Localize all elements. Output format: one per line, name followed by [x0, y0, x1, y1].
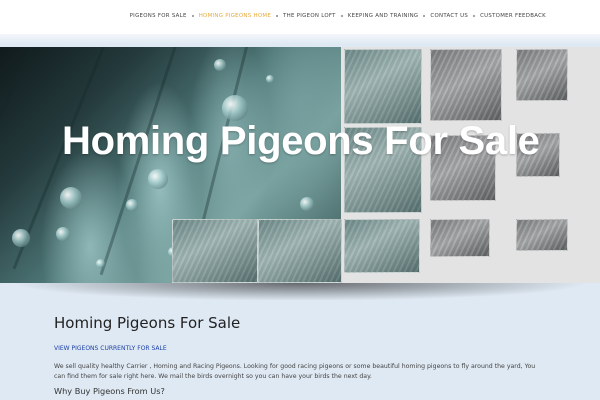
intro-paragraph: We sell quality healthy Carrier , Homing…	[54, 363, 536, 380]
main-content: Homing Pigeons For Sale VIEW PIGEONS CUR…	[54, 314, 554, 396]
main-navigation: PIGEONS FOR SALE HOMING PIGEONS HOME THE…	[130, 13, 546, 19]
nav-item-customer-feedback[interactable]: CUSTOMER FEEDBACK	[480, 13, 546, 19]
nav-item-keeping-and-training[interactable]: KEEPING AND TRAINING	[348, 13, 419, 19]
nav-separator	[340, 15, 343, 17]
nav-item-the-pigeon-loft[interactable]: THE PIGEON LOFT	[283, 13, 336, 19]
nav-separator	[191, 15, 194, 17]
hero-title: Homing Pigeons For Sale	[62, 119, 540, 163]
nav-separator	[423, 15, 426, 17]
page-title: Homing Pigeons For Sale	[54, 314, 241, 332]
mosaic-tile	[516, 219, 568, 251]
mosaic-tile	[344, 49, 422, 124]
mosaic-tile	[430, 49, 502, 121]
section-heading: Why Buy Pigeons From Us?	[54, 386, 165, 396]
hero-shadow	[10, 283, 590, 301]
header-shadow	[0, 34, 600, 44]
mosaic-tile	[430, 219, 490, 257]
mosaic-tile	[172, 219, 258, 283]
site-header: PIGEONS FOR SALE HOMING PIGEONS HOME THE…	[0, 0, 600, 34]
view-pigeons-link[interactable]: VIEW PIGEONS CURRENTLY FOR SALE	[54, 345, 554, 352]
hero-slider[interactable]: Homing Pigeons For Sale	[0, 47, 600, 283]
mosaic-tile	[258, 219, 342, 283]
mosaic-tile	[344, 219, 420, 273]
nav-item-pigeons-for-sale[interactable]: PIGEONS FOR SALE	[130, 13, 187, 19]
nav-item-contact-us[interactable]: CONTACT US	[430, 13, 468, 19]
mosaic-tile	[516, 49, 568, 101]
nav-separator	[473, 15, 476, 17]
nav-separator	[276, 15, 279, 17]
nav-item-homing-pigeons-home[interactable]: HOMING PIGEONS HOME	[199, 13, 271, 19]
